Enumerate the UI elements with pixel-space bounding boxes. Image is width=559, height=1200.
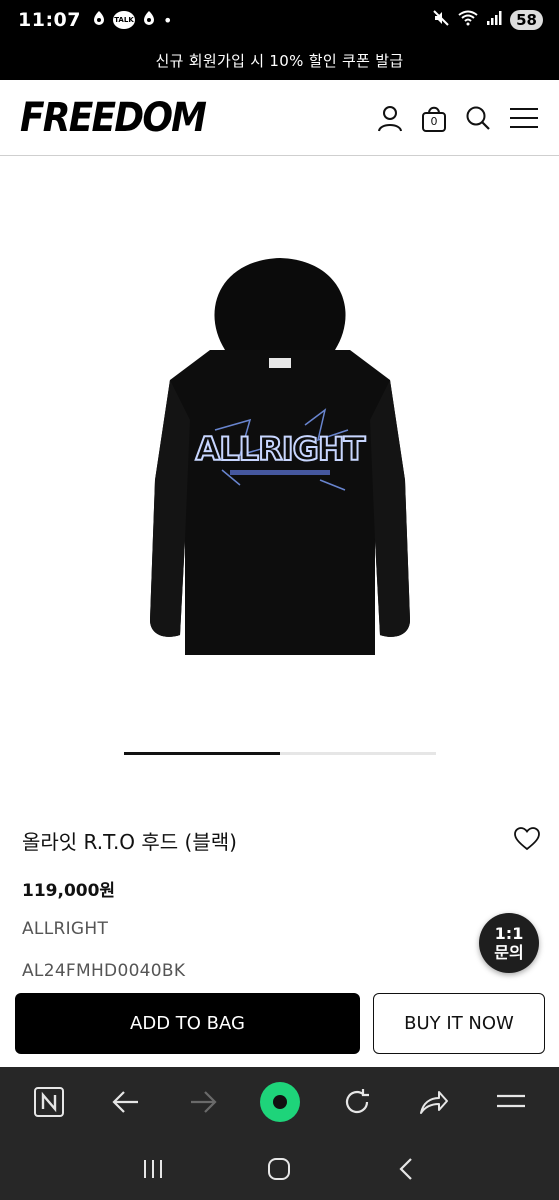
bag-count: 0 bbox=[430, 114, 438, 128]
wifi-icon bbox=[458, 10, 478, 30]
share-icon[interactable] bbox=[412, 1080, 456, 1124]
brand-logo[interactable]: FREEDOM bbox=[20, 95, 207, 141]
screen: 11:07 TALK • 58 신규 회원가입 시 10% 할인 쿠폰 발급 F… bbox=[0, 0, 559, 1200]
gallery-indicator bbox=[124, 752, 436, 755]
product-title: 올라잇 R.T.O 후드 (블랙) bbox=[22, 830, 237, 854]
menu-icon[interactable] bbox=[509, 104, 539, 132]
status-bar: 11:07 TALK • 58 bbox=[0, 0, 559, 40]
mute-icon bbox=[432, 9, 450, 31]
product-code: AL24FMHD0040BK bbox=[22, 961, 186, 981]
promo-text: 신규 회원가입 시 10% 할인 쿠폰 발급 bbox=[155, 51, 404, 70]
refresh-icon[interactable] bbox=[335, 1080, 379, 1124]
back-icon[interactable] bbox=[386, 1149, 426, 1189]
signal-icon bbox=[486, 10, 502, 30]
bag-icon[interactable]: 0 bbox=[421, 104, 447, 132]
browser-toolbar bbox=[0, 1067, 559, 1137]
menu-icon[interactable] bbox=[489, 1080, 533, 1124]
wishlist-heart-icon[interactable] bbox=[514, 826, 540, 855]
battery-level: 58 bbox=[510, 10, 543, 30]
naver-home-icon[interactable] bbox=[27, 1080, 71, 1124]
search-icon[interactable] bbox=[465, 104, 491, 132]
green-dot-icon[interactable] bbox=[258, 1080, 302, 1124]
product-title-row: 올라잇 R.T.O 후드 (블랙) bbox=[22, 826, 540, 855]
ring-notification-icon bbox=[143, 10, 155, 30]
print-text: ALLRIGHT bbox=[195, 430, 365, 468]
kakaotalk-icon: TALK bbox=[112, 11, 135, 29]
home-icon[interactable] bbox=[259, 1149, 299, 1189]
add-to-bag-button[interactable]: ADD TO BAG bbox=[15, 993, 360, 1054]
gallery-indicator-progress bbox=[124, 752, 280, 755]
notification-icons: TALK • bbox=[93, 10, 172, 30]
product-image[interactable]: ALLRIGHT bbox=[0, 160, 559, 740]
hoodie-image: ALLRIGHT bbox=[149, 258, 410, 655]
inquiry-button[interactable]: 1:1 문의 bbox=[479, 913, 539, 973]
header-actions: 0 bbox=[377, 104, 539, 132]
inquiry-label-line1: 1:1 bbox=[494, 924, 524, 943]
user-icon[interactable] bbox=[377, 104, 403, 132]
dot-icon: • bbox=[162, 10, 173, 30]
back-arrow-icon[interactable] bbox=[104, 1080, 148, 1124]
system-navigation-bar bbox=[0, 1137, 559, 1200]
recent-apps-icon[interactable] bbox=[133, 1149, 173, 1189]
green-dot-button bbox=[259, 1082, 300, 1122]
product-price: 119,000원 bbox=[22, 881, 116, 901]
forward-arrow-icon[interactable] bbox=[181, 1080, 225, 1124]
status-time: 11:07 bbox=[18, 9, 81, 31]
product-brand[interactable]: ALLRIGHT bbox=[22, 919, 108, 939]
inquiry-label-line2: 문의 bbox=[494, 943, 524, 962]
site-header: FREEDOM 0 bbox=[0, 80, 559, 156]
system-icons: 58 bbox=[432, 9, 543, 31]
promo-banner[interactable]: 신규 회원가입 시 10% 할인 쿠폰 발급 bbox=[0, 40, 559, 80]
ring-notification-icon bbox=[93, 10, 105, 30]
buy-now-button[interactable]: BUY IT NOW bbox=[373, 993, 545, 1054]
